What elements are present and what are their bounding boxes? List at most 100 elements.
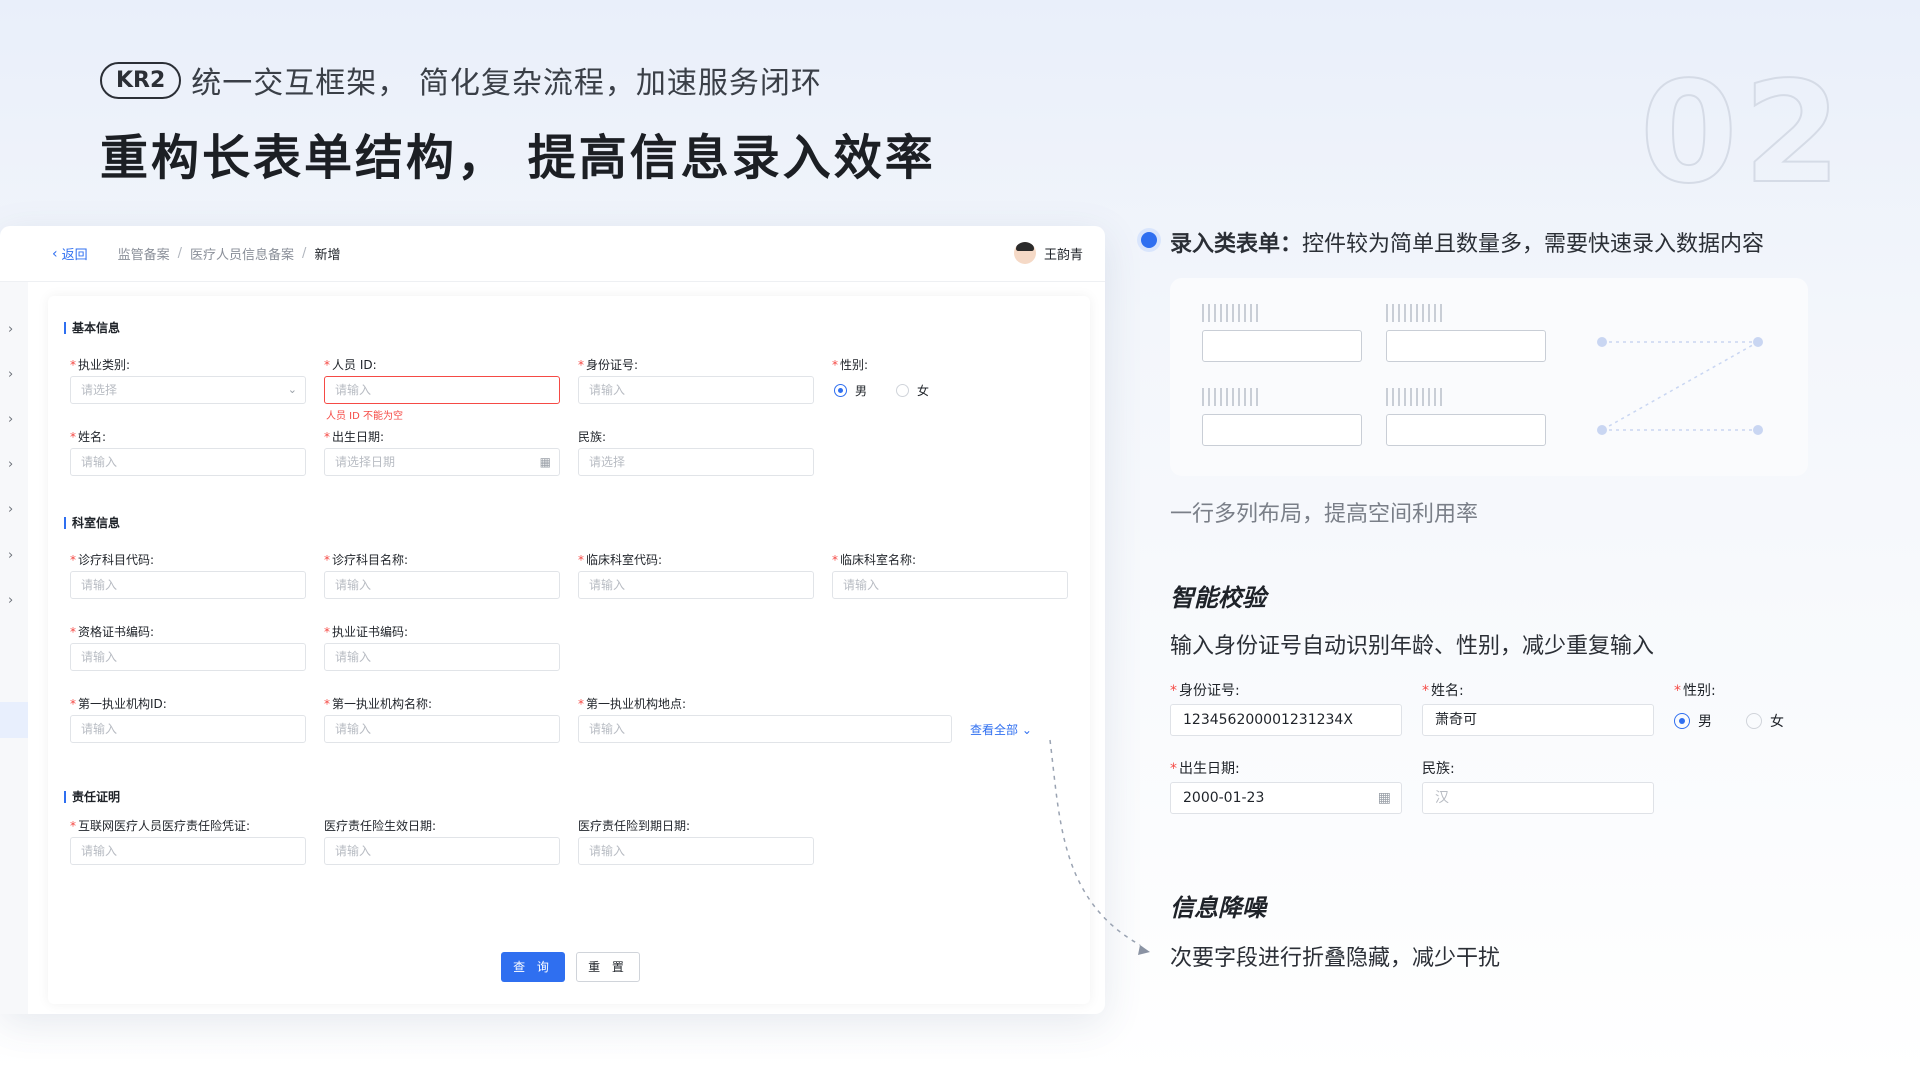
org-loc-label: * 第一执业机构地点: <box>578 697 687 711</box>
dept-code-label: * 临床科室代码: <box>578 553 663 567</box>
form-card: 基本信息 * 执业类别: 请选择 ⌄ * 人员 ID: 请输入 人员 ID 不能为空 … <box>48 296 1090 1004</box>
chevron-right-icon[interactable]: › <box>8 412 13 427</box>
qual-cert-label: * 资格证书编码: <box>70 625 155 639</box>
layout-note: 一行多列布局，提高空间利用率 <box>1170 502 1479 527</box>
birth-label: * 出生日期: <box>324 430 385 444</box>
section-title-dept: 科室信息 <box>64 517 120 529</box>
back-label: 返回 <box>61 248 88 263</box>
gender-radio-female[interactable]: 女 <box>896 382 929 399</box>
user-menu[interactable]: 王韵青 <box>1013 242 1083 264</box>
section-title-basic: 基本信息 <box>64 322 120 334</box>
org-name-label: * 第一执业机构名称: <box>324 697 433 711</box>
query-button[interactable]: 查 询 <box>501 952 565 982</box>
insurance-start-input[interactable]: 请输入 <box>324 837 560 865</box>
gender-label: * 性别: <box>832 358 869 372</box>
dept-name-input[interactable]: 请输入 <box>832 571 1068 599</box>
demo-id-label: * 身份证号: <box>1170 683 1240 699</box>
breadcrumb-item[interactable]: 监管备案 <box>118 244 170 263</box>
org-id-label: * 第一执业机构ID: <box>70 697 167 711</box>
noise-reduce-desc: 次要字段进行折叠隐藏，减少干扰 <box>1170 946 1501 971</box>
breadcrumb-item[interactable]: 医疗人员信息备案 <box>190 244 294 263</box>
view-all-link[interactable]: 查看全部 ⌄ <box>970 721 1032 738</box>
breadcrumb-current: 新增 <box>314 248 341 263</box>
app-window: ‹ 返回 监管备案 / 医疗人员信息备案 / 新增 王韵青 › › › › › … <box>0 226 1105 1014</box>
sidebar: › › › › › › › <box>0 282 28 1014</box>
breadcrumb-separator: / <box>177 246 183 261</box>
back-link[interactable]: ‹ 返回 <box>52 244 88 264</box>
breadcrumb: 监管备案 / 医疗人员信息备案 / 新增 <box>118 244 341 263</box>
demo-birth-input[interactable]: 2000-01-23 ▦ <box>1170 782 1402 814</box>
radio-checked-icon <box>834 384 847 397</box>
noise-reduce-title: 信息降噪 <box>1170 894 1266 922</box>
demo-gender-radio-male[interactable]: 男 <box>1674 711 1712 731</box>
demo-ethnic-input[interactable]: 汉 <box>1422 782 1654 814</box>
radio-unchecked-icon <box>896 384 909 397</box>
section-number: 02 <box>1639 51 1847 216</box>
sidebar-active-item[interactable] <box>0 702 28 738</box>
demo-ethnic-label: 民族: <box>1422 761 1455 777</box>
kr-badge: KR2 <box>100 61 182 99</box>
insurance-cert-input[interactable]: 请输入 <box>70 837 306 865</box>
radio-checked-icon <box>1674 713 1690 729</box>
insurance-cert-label: * 互联网医疗人员医疗责任险凭证: <box>70 819 251 833</box>
page-title: 重构长表单结构， 提高信息录入效率 <box>100 130 936 186</box>
calendar-icon: ▦ <box>539 455 551 469</box>
insurance-end-input[interactable]: 请输入 <box>578 837 814 865</box>
birth-date-picker[interactable]: 请选择日期 ▦ <box>324 448 560 476</box>
subject-name-label: * 诊疗科目名称: <box>324 553 409 567</box>
chevron-down-icon: ⌄ <box>287 383 297 396</box>
insurance-start-label: 医疗责任险生效日期: <box>324 819 437 833</box>
panel-headline: 录入类表单：控件较为简单且数量多，需要快速录入数据内容 <box>1170 232 1765 257</box>
chevron-right-icon[interactable]: › <box>8 457 13 472</box>
subject-code-input[interactable]: 请输入 <box>70 571 306 599</box>
bullet-dot-icon <box>1141 232 1157 248</box>
dept-name-label: * 临床科室名称: <box>832 553 917 567</box>
top-bar: ‹ 返回 监管备案 / 医疗人员信息备案 / 新增 王韵青 <box>0 226 1105 282</box>
practice-type-select[interactable]: 请选择 ⌄ <box>70 376 306 404</box>
person-id-input[interactable]: 请输入 <box>324 376 560 404</box>
section-title-liability: 责任证明 <box>64 791 120 803</box>
qual-cert-input[interactable]: 请输入 <box>70 643 306 671</box>
demo-id-input[interactable]: 123456200001231234X <box>1170 704 1402 736</box>
chevron-left-icon: ‹ <box>52 245 58 262</box>
id-card-input[interactable]: 请输入 <box>578 376 814 404</box>
person-id-label: * 人员 ID: <box>324 358 377 372</box>
radio-unchecked-icon <box>1746 713 1762 729</box>
calendar-icon: ▦ <box>1377 790 1391 806</box>
layout-illustration <box>1170 278 1808 476</box>
id-card-label: * 身份证号: <box>578 358 639 372</box>
chevron-down-icon: ⌄ <box>1021 723 1032 737</box>
kr-header: KR2 统一交互框架， 简化复杂流程，加速服务闭环 <box>100 58 822 102</box>
ethnic-select[interactable]: 请选择 <box>578 448 814 476</box>
demo-name-input[interactable]: 萧奇可 <box>1422 704 1654 736</box>
demo-gender-label: * 性别: <box>1674 683 1716 699</box>
org-name-input[interactable]: 请输入 <box>324 715 560 743</box>
name-label: * 姓名: <box>70 430 107 444</box>
chevron-right-icon[interactable]: › <box>8 322 13 337</box>
insurance-end-label: 医疗责任险到期日期: <box>578 819 691 833</box>
smart-validate-title: 智能校验 <box>1170 584 1266 612</box>
breadcrumb-separator: / <box>302 246 307 261</box>
name-input[interactable]: 请输入 <box>70 448 306 476</box>
kr-subtitle: 统一交互框架， 简化复杂流程，加速服务闭环 <box>191 66 822 101</box>
practice-cert-input[interactable]: 请输入 <box>324 643 560 671</box>
demo-birth-label: * 出生日期: <box>1170 761 1240 777</box>
reset-button[interactable]: 重 置 <box>576 952 640 982</box>
org-id-input[interactable]: 请输入 <box>70 715 306 743</box>
ethnic-label: 民族: <box>578 430 607 444</box>
chevron-right-icon[interactable]: › <box>8 593 13 608</box>
org-loc-input[interactable]: 请输入 <box>578 715 952 743</box>
dept-code-input[interactable]: 请输入 <box>578 571 814 599</box>
subject-name-input[interactable]: 请输入 <box>324 571 560 599</box>
chevron-right-icon[interactable]: › <box>8 502 13 517</box>
demo-gender-radio-female[interactable]: 女 <box>1746 711 1784 731</box>
person-id-error: 人员 ID 不能为空 <box>326 411 404 422</box>
gender-radio-male[interactable]: 男 <box>834 382 867 399</box>
user-name: 王韵青 <box>1043 247 1083 263</box>
practice-type-label: * 执业类别: <box>70 358 131 372</box>
subject-code-label: * 诊疗科目代码: <box>70 553 155 567</box>
chevron-right-icon[interactable]: › <box>8 548 13 563</box>
avatar <box>1013 242 1036 264</box>
chevron-right-icon[interactable]: › <box>8 367 13 382</box>
zigzag-flow-icon <box>1597 337 1763 435</box>
